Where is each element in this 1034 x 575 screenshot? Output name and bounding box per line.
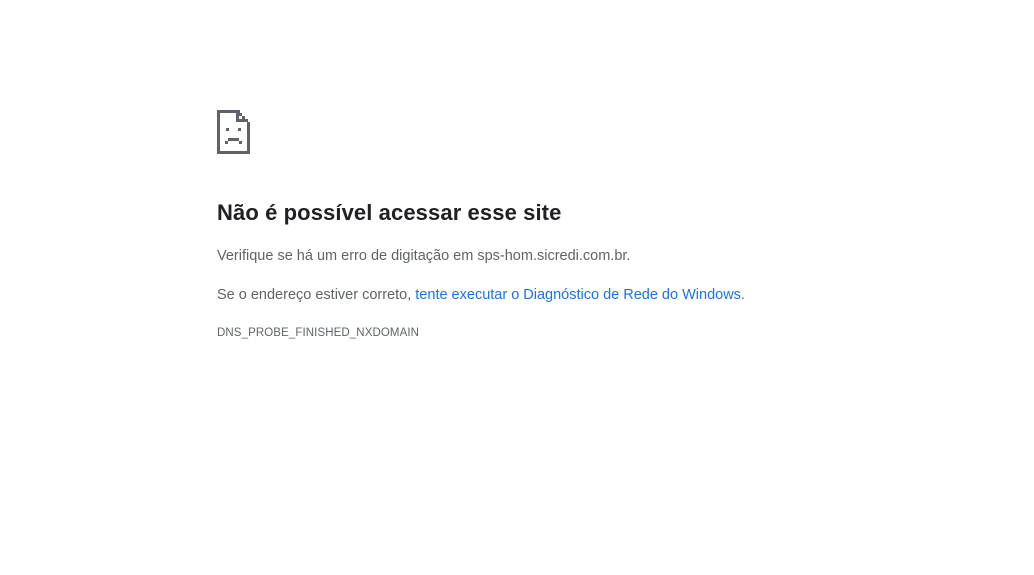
- typo-hint: Verifique se há um erro de digitação em …: [217, 248, 630, 264]
- diagnostic-suggestion: Se o endereço estiver correto, tente exe…: [217, 287, 745, 303]
- error-code: DNS_PROBE_FINISHED_NXDOMAIN: [217, 327, 420, 339]
- suggestion-suffix: .: [740, 287, 745, 303]
- network-diagnostics-link[interactable]: tente executar o Diagnóstico de Rede do …: [415, 287, 741, 303]
- domain-name: sps-hom.sicredi.com.br: [477, 248, 627, 264]
- error-title: Não é possível acessar esse site: [217, 200, 562, 225]
- typo-hint-prefix: Verifique se há um erro de digitação em: [217, 248, 478, 264]
- error-page: Não é possível acessar esse site Verifiq…: [217, 110, 917, 339]
- suggestion-prefix: Se o endereço estiver correto,: [217, 287, 416, 303]
- sad-page-icon: [217, 110, 250, 154]
- typo-hint-suffix: .: [626, 248, 631, 264]
